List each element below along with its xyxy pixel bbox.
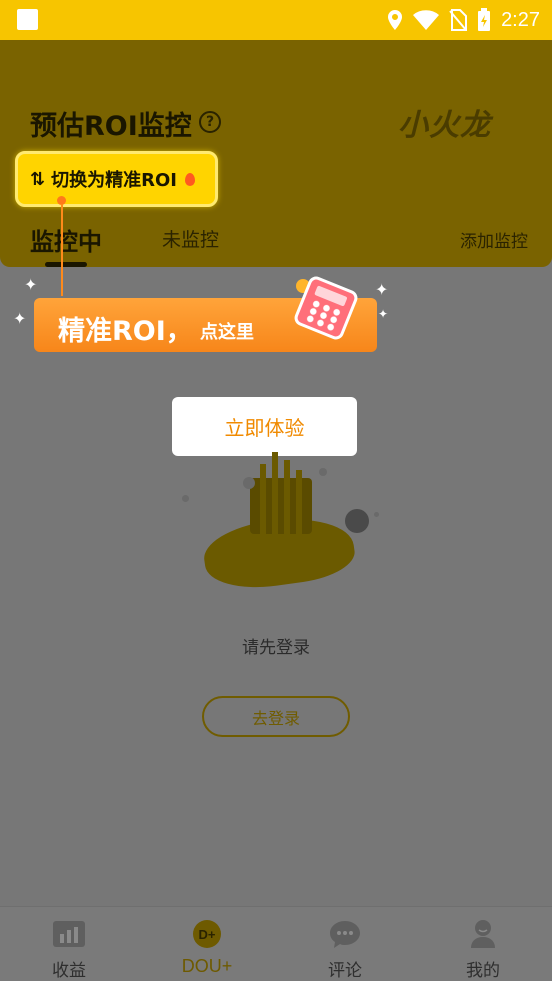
switch-button-label: 切换为精准ROI xyxy=(51,170,177,191)
question-circle-icon[interactable]: ? xyxy=(199,111,221,133)
no-sim-icon xyxy=(449,9,468,31)
login-prompt-text: 请先登录 xyxy=(242,638,310,658)
nav-label-profile: 我的 xyxy=(466,961,500,981)
bar-chart-icon xyxy=(53,921,85,947)
bottom-nav: 收益 D+ DOU+ 评论 我的 xyxy=(0,906,552,981)
tip-main-text: 精准ROI， xyxy=(58,316,193,347)
tab-monitoring[interactable]: 监控中 xyxy=(30,222,102,257)
nav-item-profile[interactable]: 我的 xyxy=(414,907,552,981)
comment-bubble-icon xyxy=(330,921,360,948)
sparkle-icon: ✦ xyxy=(13,309,27,328)
flame-icon xyxy=(184,172,195,186)
nav-label-comments: 评论 xyxy=(328,961,362,981)
notification-icon xyxy=(17,9,38,30)
brand-logo: 小火龙 xyxy=(398,108,491,143)
go-login-button[interactable]: 去登录 xyxy=(202,696,350,737)
nav-item-comments[interactable]: 评论 xyxy=(276,907,414,981)
location-icon xyxy=(388,10,403,30)
switch-to-precise-roi-button[interactable]: ⇅ 切换为精准ROI xyxy=(15,151,218,207)
nav-label-earnings: 收益 xyxy=(52,961,86,981)
user-profile-icon xyxy=(471,920,495,948)
svg-text:D+: D+ xyxy=(199,927,216,942)
clock: 2:27 xyxy=(501,8,540,31)
connector-line xyxy=(61,204,63,296)
tab-unmonitored[interactable]: 未监控 xyxy=(162,225,219,252)
sparkle-icon: ✦ xyxy=(375,280,389,299)
tab-active-indicator xyxy=(45,262,87,267)
sparkle-icon: ✦ xyxy=(378,307,389,321)
swap-arrows-icon: ⇅ xyxy=(30,168,46,190)
add-monitor-link[interactable]: 添加监控 xyxy=(460,227,528,252)
sparkle-icon: ✦ xyxy=(24,275,38,294)
tip-sub-text: 点这里 xyxy=(200,322,254,343)
nav-item-dou-plus[interactable]: D+ DOU+ xyxy=(138,907,276,981)
status-icons: 2:27 xyxy=(387,0,540,40)
status-bar: 2:27 xyxy=(0,0,552,40)
wifi-icon xyxy=(413,10,440,30)
dou-plus-icon: D+ xyxy=(193,920,221,948)
try-now-button[interactable]: 立即体验 xyxy=(172,397,357,456)
nav-label-dou-plus: DOU+ xyxy=(181,956,233,976)
page-title: 预估ROI监控 xyxy=(30,111,192,142)
nav-item-earnings[interactable]: 收益 xyxy=(0,907,138,981)
battery-icon xyxy=(478,8,491,31)
